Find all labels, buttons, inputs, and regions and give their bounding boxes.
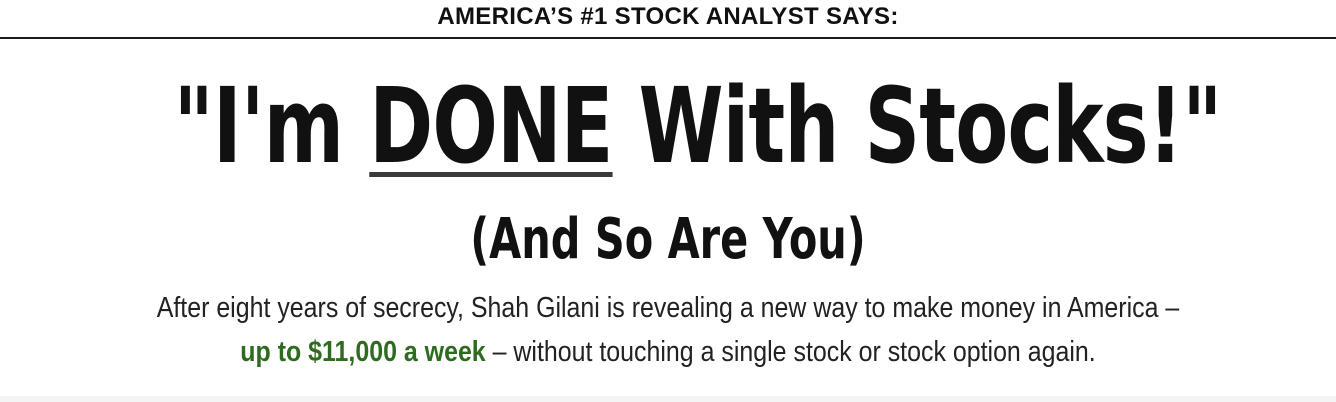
divider-line xyxy=(0,37,1336,39)
headline-part-2: With Stocks!" xyxy=(612,65,1223,187)
headline-part-1: "I'm xyxy=(173,65,370,187)
earnings-highlight: up to $11,000 a week xyxy=(240,336,486,368)
body-line-1: After eight years of secrecy, Shah Gilan… xyxy=(156,292,1180,324)
bottom-divider xyxy=(0,396,1336,402)
body-copy: After eight years of secrecy, Shah Gilan… xyxy=(94,286,1243,374)
body-line-2: up to $11,000 a week – without touching … xyxy=(94,330,1243,374)
promo-page: AMERICA’S #1 STOCK ANALYST SAYS: "I'm DO… xyxy=(0,0,1336,402)
kicker-heading: AMERICA’S #1 STOCK ANALYST SAYS: xyxy=(437,3,899,30)
subheadline: (And So Are You) xyxy=(470,207,866,272)
body-line-2-rest: – without touching a single stock or sto… xyxy=(485,336,1096,368)
main-headline: "I'm DONE With Stocks!" xyxy=(173,62,1223,190)
headline-emphasis: DONE xyxy=(369,65,613,187)
